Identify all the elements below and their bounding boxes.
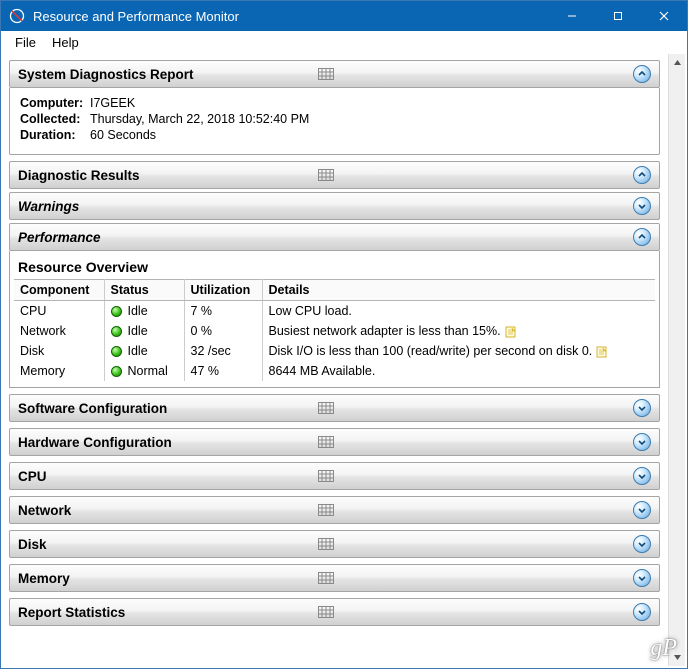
cell-component: Disk <box>14 341 104 361</box>
table-row: MemoryNormal47 %8644 MB Available. <box>14 361 655 381</box>
cell-utilization: 32 /sec <box>184 341 262 361</box>
report-content: System Diagnostics Report Computer: I7GE… <box>3 54 668 666</box>
resource-overview-title: Resource Overview <box>18 259 655 275</box>
cell-utilization: 7 % <box>184 301 262 322</box>
section-header-cpu[interactable]: CPU <box>9 462 660 490</box>
section-header-warnings[interactable]: Warnings <box>9 192 660 220</box>
maximize-button[interactable] <box>595 1 641 31</box>
title-bar: Resource and Performance Monitor <box>1 1 687 31</box>
section-title: Network <box>18 503 318 518</box>
meta-value: Thursday, March 22, 2018 10:52:40 PM <box>90 112 309 126</box>
section-title: Diagnostic Results <box>18 168 318 183</box>
section-title: Performance <box>18 230 326 245</box>
meta-row-collected: Collected: Thursday, March 22, 2018 10:5… <box>20 112 649 126</box>
calendar-icon <box>318 436 334 448</box>
section-title: Memory <box>18 571 318 586</box>
expand-toggle-icon[interactable] <box>633 467 651 485</box>
cell-details: Busiest network adapter is less than 15%… <box>262 321 655 341</box>
status-orb-icon <box>111 306 122 317</box>
status-orb-icon <box>111 346 122 357</box>
section-header-report-statistics[interactable]: Report Statistics <box>9 598 660 626</box>
section-header-diagnostic-results[interactable]: Diagnostic Results <box>9 161 660 189</box>
table-row: DiskIdle32 /secDisk I/O is less than 100… <box>14 341 655 361</box>
menu-file[interactable]: File <box>7 33 44 52</box>
section-header-hardware-configuration[interactable]: Hardware Configuration <box>9 428 660 456</box>
expand-toggle-icon[interactable] <box>633 399 651 417</box>
section-title: Warnings <box>18 199 326 214</box>
vertical-scrollbar[interactable] <box>668 54 685 666</box>
note-icon <box>505 326 517 338</box>
column-header-details[interactable]: Details <box>262 280 655 301</box>
section-header-software-configuration[interactable]: Software Configuration <box>9 394 660 422</box>
window-title: Resource and Performance Monitor <box>33 9 549 24</box>
cell-utilization: 0 % <box>184 321 262 341</box>
section-header-system-diagnostics[interactable]: System Diagnostics Report <box>9 60 660 88</box>
cell-utilization: 47 % <box>184 361 262 381</box>
app-icon <box>9 8 25 24</box>
note-icon <box>596 346 608 358</box>
scroll-down-button[interactable] <box>669 649 685 666</box>
cell-status: Idle <box>104 301 184 322</box>
cell-component: CPU <box>14 301 104 322</box>
section-title: System Diagnostics Report <box>18 67 318 82</box>
cell-details: 8644 MB Available. <box>262 361 655 381</box>
cell-status: Idle <box>104 341 184 361</box>
resource-overview-table: Component Status Utilization Details CPU… <box>14 279 655 381</box>
calendar-icon <box>318 68 334 80</box>
menu-help[interactable]: Help <box>44 33 87 52</box>
status-orb-icon <box>111 366 122 377</box>
cell-details: Low CPU load. <box>262 301 655 322</box>
section-header-network[interactable]: Network <box>9 496 660 524</box>
calendar-icon <box>318 169 334 181</box>
section-title: Software Configuration <box>18 401 318 416</box>
collapse-toggle-icon[interactable] <box>633 65 651 83</box>
meta-label: Computer: <box>20 96 90 110</box>
content-area: System Diagnostics Report Computer: I7GE… <box>3 54 685 666</box>
column-header-component[interactable]: Component <box>14 280 104 301</box>
table-row: CPUIdle7 %Low CPU load. <box>14 301 655 322</box>
minimize-button[interactable] <box>549 1 595 31</box>
expand-toggle-icon[interactable] <box>633 433 651 451</box>
cell-status: Idle <box>104 321 184 341</box>
meta-row-computer: Computer: I7GEEK <box>20 96 649 110</box>
cell-details: Disk I/O is less than 100 (read/write) p… <box>262 341 655 361</box>
status-orb-icon <box>111 326 122 337</box>
calendar-icon <box>318 538 334 550</box>
cell-status: Normal <box>104 361 184 381</box>
section-title: Disk <box>18 537 318 552</box>
column-header-status[interactable]: Status <box>104 280 184 301</box>
meta-row-duration: Duration: 60 Seconds <box>20 128 649 142</box>
expand-toggle-icon[interactable] <box>633 197 651 215</box>
calendar-icon <box>318 606 334 618</box>
calendar-icon <box>318 504 334 516</box>
section-header-memory[interactable]: Memory <box>9 564 660 592</box>
section-title: Report Statistics <box>18 605 318 620</box>
close-button[interactable] <box>641 1 687 31</box>
table-row: NetworkIdle0 %Busiest network adapter is… <box>14 321 655 341</box>
calendar-icon <box>318 470 334 482</box>
section-header-disk[interactable]: Disk <box>9 530 660 558</box>
meta-value: 60 Seconds <box>90 128 156 142</box>
collapse-toggle-icon[interactable] <box>633 166 651 184</box>
scroll-up-button[interactable] <box>669 54 685 71</box>
resource-overview-panel: Resource Overview Component Status Utili… <box>9 251 660 388</box>
calendar-icon <box>318 572 334 584</box>
section-header-performance[interactable]: Performance <box>9 223 660 251</box>
meta-value: I7GEEK <box>90 96 135 110</box>
expand-toggle-icon[interactable] <box>633 603 651 621</box>
cell-component: Memory <box>14 361 104 381</box>
expand-toggle-icon[interactable] <box>633 501 651 519</box>
section-title: Hardware Configuration <box>18 435 318 450</box>
section-title: CPU <box>18 469 318 484</box>
calendar-icon <box>318 402 334 414</box>
meta-label: Collected: <box>20 112 90 126</box>
expand-toggle-icon[interactable] <box>633 535 651 553</box>
meta-label: Duration: <box>20 128 90 142</box>
expand-toggle-icon[interactable] <box>633 569 651 587</box>
collapse-toggle-icon[interactable] <box>633 228 651 246</box>
column-header-utilization[interactable]: Utilization <box>184 280 262 301</box>
system-diagnostics-body: Computer: I7GEEK Collected: Thursday, Ma… <box>9 88 660 155</box>
menu-bar: File Help <box>1 31 687 53</box>
cell-component: Network <box>14 321 104 341</box>
